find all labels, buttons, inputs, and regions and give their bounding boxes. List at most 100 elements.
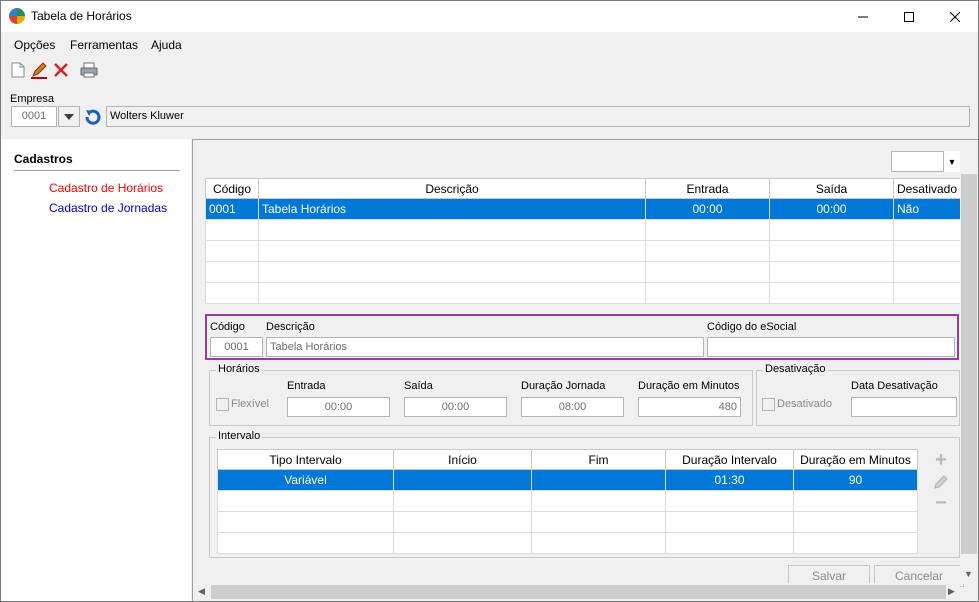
column-header-fim[interactable]: Fim bbox=[531, 449, 666, 470]
codigo-label: Código bbox=[210, 321, 245, 333]
descricao-field[interactable]: Tabela Horários bbox=[266, 337, 704, 357]
filter-combo[interactable] bbox=[891, 151, 944, 172]
refresh-arrow-icon bbox=[85, 109, 101, 125]
empresa-code-field[interactable]: 0001 bbox=[11, 106, 57, 127]
horizontal-scroll-thumb[interactable] bbox=[211, 585, 946, 599]
horizontal-scrollbar[interactable]: ◀ ▶ bbox=[193, 583, 960, 601]
table-row-empty bbox=[217, 532, 918, 554]
column-header-duracao-minutos[interactable]: Duração em Minutos bbox=[793, 449, 918, 470]
maximize-button[interactable] bbox=[886, 1, 932, 32]
pencil-icon bbox=[934, 475, 948, 489]
delete-button[interactable] bbox=[51, 60, 71, 80]
table-row-empty bbox=[205, 219, 961, 241]
column-header-codigo[interactable]: Código bbox=[205, 178, 259, 199]
empresa-name-field: Wolters Kluwer bbox=[106, 106, 970, 127]
edit-interval-button[interactable] bbox=[932, 473, 950, 491]
desativacao-legend: Desativação bbox=[763, 363, 828, 375]
column-header-duracao-intervalo[interactable]: Duração Intervalo bbox=[665, 449, 794, 470]
remove-interval-button[interactable]: − bbox=[932, 491, 950, 514]
sidebar-title: Cadastros bbox=[14, 152, 73, 166]
intervalo-legend: Intervalo bbox=[216, 430, 263, 442]
column-header-saida[interactable]: Saída bbox=[769, 178, 894, 199]
scroll-left-arrow-icon[interactable]: ◀ bbox=[198, 586, 205, 597]
scroll-right-arrow-icon[interactable]: ▶ bbox=[948, 586, 955, 597]
column-header-descricao[interactable]: Descrição bbox=[258, 178, 646, 199]
scroll-down-arrow-icon[interactable]: ▼ bbox=[964, 569, 973, 579]
entrada-field[interactable]: 00:00 bbox=[287, 397, 390, 417]
column-header-desativado[interactable]: Desativado bbox=[893, 178, 961, 199]
desativado-checkbox[interactable] bbox=[762, 398, 775, 411]
cell-duracao-intervalo[interactable]: 01:30 bbox=[665, 469, 794, 491]
data-desativacao-label: Data Desativação bbox=[851, 380, 938, 392]
window-title: Tabela de Horários bbox=[31, 9, 132, 23]
edit-button[interactable] bbox=[29, 60, 49, 80]
menu-opcoes[interactable]: Opções bbox=[14, 38, 55, 52]
chevron-down-icon: ▼ bbox=[947, 156, 957, 167]
cell-fim[interactable] bbox=[531, 469, 666, 491]
duracao-minutos-label: Duração em Minutos bbox=[638, 380, 740, 392]
cell-descricao[interactable]: Tabela Horários bbox=[258, 198, 646, 220]
cell-duracao-minutos[interactable]: 90 bbox=[793, 469, 918, 491]
duracao-minutos-field[interactable]: 480 bbox=[638, 397, 741, 417]
main-panel: ▼ Código Descrição Entrada Saída Desativ… bbox=[192, 139, 978, 601]
codigo-field[interactable]: 0001 bbox=[210, 337, 263, 357]
menu-ajuda[interactable]: Ajuda bbox=[151, 38, 182, 52]
vertical-scroll-thumb[interactable] bbox=[961, 174, 977, 554]
duracao-jornada-field[interactable]: 08:00 bbox=[521, 397, 624, 417]
table-row-empty bbox=[205, 261, 961, 283]
title-bar: Tabela de Horários bbox=[1, 1, 978, 32]
column-header-inicio[interactable]: Início bbox=[393, 449, 532, 470]
horarios-legend: Horários bbox=[216, 363, 262, 375]
minus-icon: − bbox=[935, 491, 947, 514]
flexivel-label: Flexível bbox=[231, 398, 269, 410]
esocial-label: Código do eSocial bbox=[707, 321, 797, 333]
menu-ferramentas[interactable]: Ferramentas bbox=[70, 38, 138, 52]
flexivel-checkbox[interactable] bbox=[216, 398, 229, 411]
table-row-empty bbox=[217, 511, 918, 533]
horarios-group: Horários Flexível Entrada 00:00 Saída 00… bbox=[209, 363, 753, 426]
sidebar-divider bbox=[14, 170, 180, 171]
cell-desativado[interactable]: Não bbox=[893, 198, 961, 220]
print-button[interactable] bbox=[79, 60, 99, 80]
column-header-entrada[interactable]: Entrada bbox=[645, 178, 770, 199]
cell-inicio[interactable] bbox=[393, 469, 532, 491]
sidebar-item-cadastro-jornadas[interactable]: Cadastro de Jornadas bbox=[49, 201, 167, 215]
new-document-icon bbox=[11, 62, 25, 78]
toolbar bbox=[1, 58, 978, 82]
delete-x-icon bbox=[54, 63, 68, 77]
descricao-label: Descrição bbox=[266, 321, 315, 333]
duracao-jornada-label: Duração Jornada bbox=[521, 380, 606, 392]
column-header-tipo-intervalo[interactable]: Tipo Intervalo bbox=[217, 449, 394, 470]
desativacao-group: Desativação Desativado Data Desativação bbox=[756, 363, 960, 426]
new-button[interactable] bbox=[8, 60, 28, 80]
saida-label: Saída bbox=[404, 380, 433, 392]
sidebar-item-cadastro-horarios[interactable]: Cadastro de Horários bbox=[49, 181, 163, 195]
cell-entrada[interactable]: 00:00 bbox=[645, 198, 770, 220]
maximize-icon bbox=[904, 11, 914, 22]
saida-field[interactable]: 00:00 bbox=[404, 397, 507, 417]
empresa-refresh-button[interactable] bbox=[84, 108, 104, 126]
empresa-dropdown-button[interactable] bbox=[58, 106, 80, 127]
menu-bar: Opções Ferramentas Ajuda bbox=[1, 32, 978, 56]
detail-highlight-box: Código 0001 Descrição Tabela Horários Có… bbox=[205, 314, 959, 360]
minimize-button[interactable] bbox=[840, 1, 886, 32]
data-desativacao-field[interactable] bbox=[851, 397, 957, 417]
esocial-field[interactable] bbox=[707, 337, 955, 357]
app-logo-icon bbox=[9, 8, 25, 24]
add-interval-button[interactable]: + bbox=[932, 449, 950, 471]
close-icon bbox=[950, 11, 960, 22]
table-row[interactable]: 0001 Tabela Horários 00:00 00:00 Não bbox=[205, 198, 961, 220]
filter-combo-button[interactable]: ▼ bbox=[944, 151, 960, 172]
edit-pencil-icon bbox=[31, 62, 47, 79]
cell-saida[interactable]: 00:00 bbox=[769, 198, 894, 220]
entrada-label: Entrada bbox=[287, 380, 326, 392]
empresa-label: Empresa bbox=[10, 93, 55, 105]
desativado-label: Desativado bbox=[777, 398, 833, 410]
vertical-scrollbar[interactable]: ▼ bbox=[960, 151, 978, 584]
close-button[interactable] bbox=[932, 1, 978, 32]
cell-tipo-intervalo[interactable]: Variável bbox=[217, 469, 394, 491]
chevron-down-icon bbox=[64, 113, 74, 120]
intervalo-table: Tipo Intervalo Início Fim Duração Interv… bbox=[217, 449, 918, 554]
cell-codigo[interactable]: 0001 bbox=[205, 198, 259, 220]
table-row[interactable]: Variável 01:30 90 bbox=[217, 469, 918, 491]
